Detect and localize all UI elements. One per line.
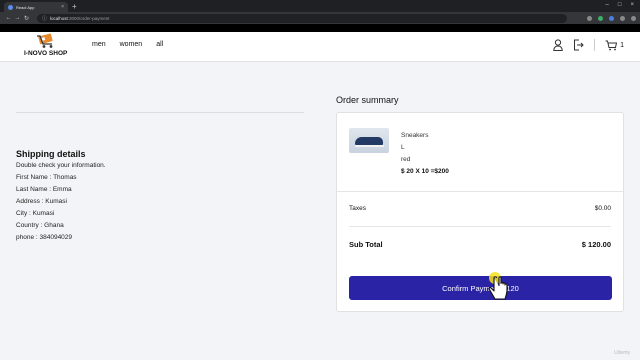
confirm-payment-button[interactable]: Confirm Payment $120: [349, 276, 612, 300]
nav-women[interactable]: women: [120, 41, 143, 48]
close-icon[interactable]: ×: [61, 4, 64, 10]
menu-icon[interactable]: [631, 15, 636, 21]
taxes-value: $0.00: [594, 205, 611, 212]
toolbar-extensions: [587, 15, 636, 21]
header-actions: 1: [553, 39, 624, 51]
subtotal-row: Sub Total $ 120.00: [349, 240, 611, 249]
window-close-icon[interactable]: ×: [630, 2, 634, 8]
cart-button[interactable]: 1: [605, 40, 624, 51]
product-image: [349, 128, 389, 153]
react-icon: [8, 4, 13, 10]
sneaker-sole: [355, 145, 384, 147]
cart-count: 1: [620, 41, 624, 49]
main-nav: men women all: [92, 41, 163, 48]
browser-tab[interactable]: React App ×: [4, 2, 68, 12]
window-controls: – □ ×: [606, 2, 634, 8]
summary-divider: [337, 191, 623, 192]
cart-icon: [605, 40, 618, 50]
forward-icon[interactable]: →: [13, 15, 22, 21]
user-icon[interactable]: [553, 39, 563, 51]
profile-icon[interactable]: [620, 15, 625, 21]
hand-cursor-icon: [488, 272, 508, 300]
browser-toolbar: ← → ↻ ⓘ localhost :3000/order-payment: [0, 12, 640, 24]
shipping-title: Shipping details: [16, 149, 86, 159]
phone: phone : 384094029: [16, 234, 73, 241]
product-color: red: [401, 156, 411, 163]
address: Address : Kumasi: [16, 198, 67, 205]
order-summary-title: Order summary: [336, 95, 399, 105]
subtotal-label: Sub Total: [349, 240, 383, 249]
bookmarks-bar: [0, 24, 640, 32]
nav-all[interactable]: all: [156, 41, 163, 48]
header-divider: [594, 39, 596, 51]
product-info: Sneakers L red $ 20 X 10 =$200: [401, 130, 449, 178]
info-icon[interactable]: ⓘ: [42, 15, 47, 22]
address-bar[interactable]: ⓘ localhost :3000/order-payment: [37, 13, 567, 23]
extension-icon[interactable]: [587, 15, 592, 21]
site-header: I-NOVO SHOP men women all 1: [0, 32, 640, 62]
browser-tabbar: React App × + – □ ×: [0, 0, 640, 12]
url-host: localhost: [50, 15, 68, 21]
new-tab-icon[interactable]: +: [72, 2, 77, 12]
nav-men[interactable]: men: [92, 41, 106, 48]
product-size: L: [401, 144, 405, 151]
maximize-icon[interactable]: □: [618, 2, 622, 8]
section-divider: [16, 112, 304, 113]
logout-icon[interactable]: [573, 39, 584, 51]
logo-text: I-NOVO SHOP: [24, 50, 68, 57]
first-name: First Name : Thomas: [16, 174, 77, 181]
last-name: Last Name : Emma: [16, 186, 72, 193]
taxes-row: Taxes $0.00: [349, 205, 611, 212]
extension-icon[interactable]: [598, 15, 603, 21]
minimize-icon[interactable]: –: [606, 2, 609, 8]
taxes-label: Taxes: [349, 205, 366, 212]
cart-logo-icon: [37, 33, 53, 48]
url-path: :3000/order-payment: [67, 15, 110, 21]
logo[interactable]: I-NOVO SHOP: [24, 32, 70, 60]
back-icon[interactable]: ←: [4, 15, 13, 21]
extension-icon[interactable]: [609, 15, 614, 21]
product-name: Sneakers: [401, 132, 429, 139]
product-price: $ 20 X 10 =$200: [401, 168, 449, 175]
tab-title: React App: [16, 4, 35, 10]
shipping-details: Shipping details Double check your infor…: [16, 148, 106, 244]
reload-icon[interactable]: ↻: [22, 15, 31, 22]
subtotal-value: $ 120.00: [581, 240, 611, 249]
city: City : Kumasi: [16, 210, 55, 217]
watermark: Udemy: [614, 350, 630, 356]
shipping-subtitle: Double check your information.: [16, 162, 106, 169]
order-summary-card: Sneakers L red $ 20 X 10 =$200 Taxes $0.…: [336, 112, 624, 312]
summary-divider: [349, 226, 611, 227]
country: Country : Ghana: [16, 222, 64, 229]
